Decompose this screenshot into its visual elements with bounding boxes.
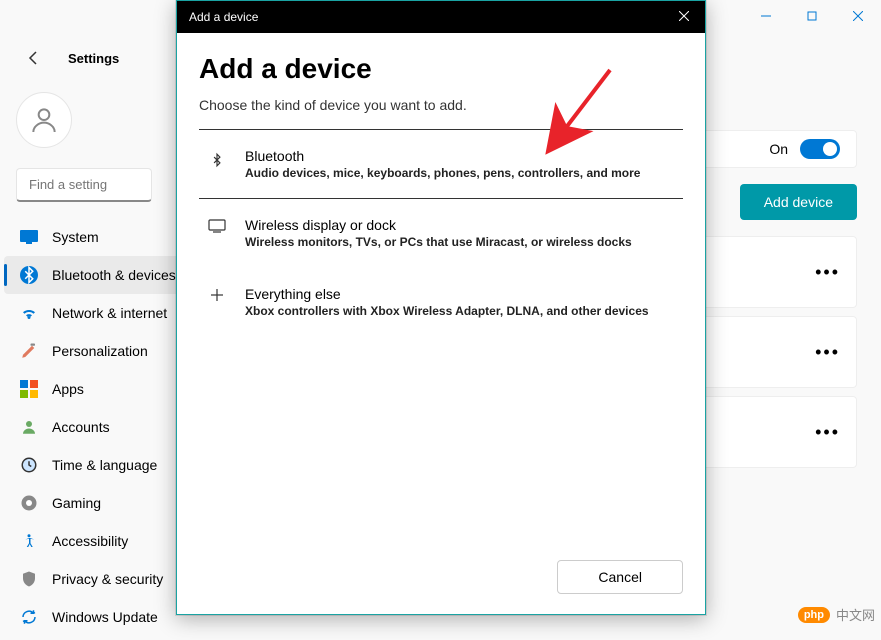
option-title: Everything else — [245, 286, 675, 302]
wifi-icon — [20, 304, 38, 322]
clock-icon — [20, 456, 38, 474]
option-desc: Audio devices, mice, keyboards, phones, … — [245, 166, 675, 180]
sidebar-item-label: Accessibility — [52, 533, 128, 549]
apps-icon — [20, 380, 38, 398]
page-title: Settings — [68, 51, 119, 66]
plus-icon — [207, 286, 227, 302]
bluetooth-icon — [20, 266, 38, 284]
dialog-heading: Add a device — [199, 53, 683, 85]
device-option-wireless-display[interactable]: Wireless display or dock Wireless monito… — [199, 199, 683, 268]
minimize-button[interactable] — [743, 0, 789, 32]
sidebar-item-label: Time & language — [52, 457, 157, 473]
option-text: Wireless display or dock Wireless monito… — [245, 217, 675, 249]
maximize-button[interactable] — [789, 0, 835, 32]
sidebar-item-label: Windows Update — [52, 609, 158, 625]
bluetooth-icon — [207, 148, 227, 170]
window-controls — [743, 0, 881, 32]
sidebar-item-label: Gaming — [52, 495, 101, 511]
option-text: Everything else Xbox controllers with Xb… — [245, 286, 675, 318]
sidebar-item-label: Network & internet — [52, 305, 167, 321]
more-icon[interactable]: ••• — [815, 422, 840, 443]
shield-icon — [20, 570, 38, 588]
dialog-footer: Cancel — [557, 560, 683, 594]
watermark-text: 中文网 — [836, 605, 875, 624]
option-title: Wireless display or dock — [245, 217, 675, 233]
device-type-list: Bluetooth Audio devices, mice, keyboards… — [199, 129, 683, 337]
back-button[interactable] — [16, 40, 52, 76]
accessibility-icon — [20, 532, 38, 550]
toggle-label: On — [769, 141, 788, 157]
option-title: Bluetooth — [245, 148, 675, 164]
device-option-bluetooth[interactable]: Bluetooth Audio devices, mice, keyboards… — [199, 130, 683, 199]
avatar — [16, 92, 72, 148]
dialog-titlebar-text: Add a device — [189, 10, 258, 24]
close-button[interactable] — [835, 0, 881, 32]
more-icon[interactable]: ••• — [815, 342, 840, 363]
sidebar-item-label: Accounts — [52, 419, 110, 435]
dialog-titlebar: Add a device — [177, 1, 705, 33]
update-icon — [20, 608, 38, 626]
watermark: php 中文网 — [798, 605, 875, 624]
sidebar-item-label: Bluetooth & devices — [52, 267, 176, 283]
dialog-subtitle: Choose the kind of device you want to ad… — [199, 97, 683, 113]
system-icon — [20, 228, 38, 246]
search-input[interactable] — [16, 168, 152, 202]
paintbrush-icon — [20, 342, 38, 360]
sidebar-item-label: Privacy & security — [52, 571, 163, 587]
dialog-close-button[interactable] — [675, 6, 693, 28]
cancel-button[interactable]: Cancel — [557, 560, 683, 594]
more-icon[interactable]: ••• — [815, 262, 840, 283]
sidebar-item-label: Apps — [52, 381, 84, 397]
add-device-button[interactable]: Add device — [740, 184, 857, 220]
option-desc: Xbox controllers with Xbox Wireless Adap… — [245, 304, 675, 318]
option-text: Bluetooth Audio devices, mice, keyboards… — [245, 148, 675, 180]
watermark-badge: php — [798, 607, 830, 623]
gaming-icon — [20, 494, 38, 512]
bluetooth-toggle[interactable] — [800, 139, 840, 159]
device-option-everything-else[interactable]: Everything else Xbox controllers with Xb… — [199, 268, 683, 337]
option-desc: Wireless monitors, TVs, or PCs that use … — [245, 235, 675, 249]
account-icon — [20, 418, 38, 436]
add-device-dialog: Add a device Add a device Choose the kin… — [176, 0, 706, 615]
sidebar-item-label: Personalization — [52, 343, 148, 359]
display-icon — [207, 217, 227, 233]
dialog-content: Add a device Choose the kind of device y… — [177, 33, 705, 357]
sidebar-item-label: System — [52, 229, 99, 245]
